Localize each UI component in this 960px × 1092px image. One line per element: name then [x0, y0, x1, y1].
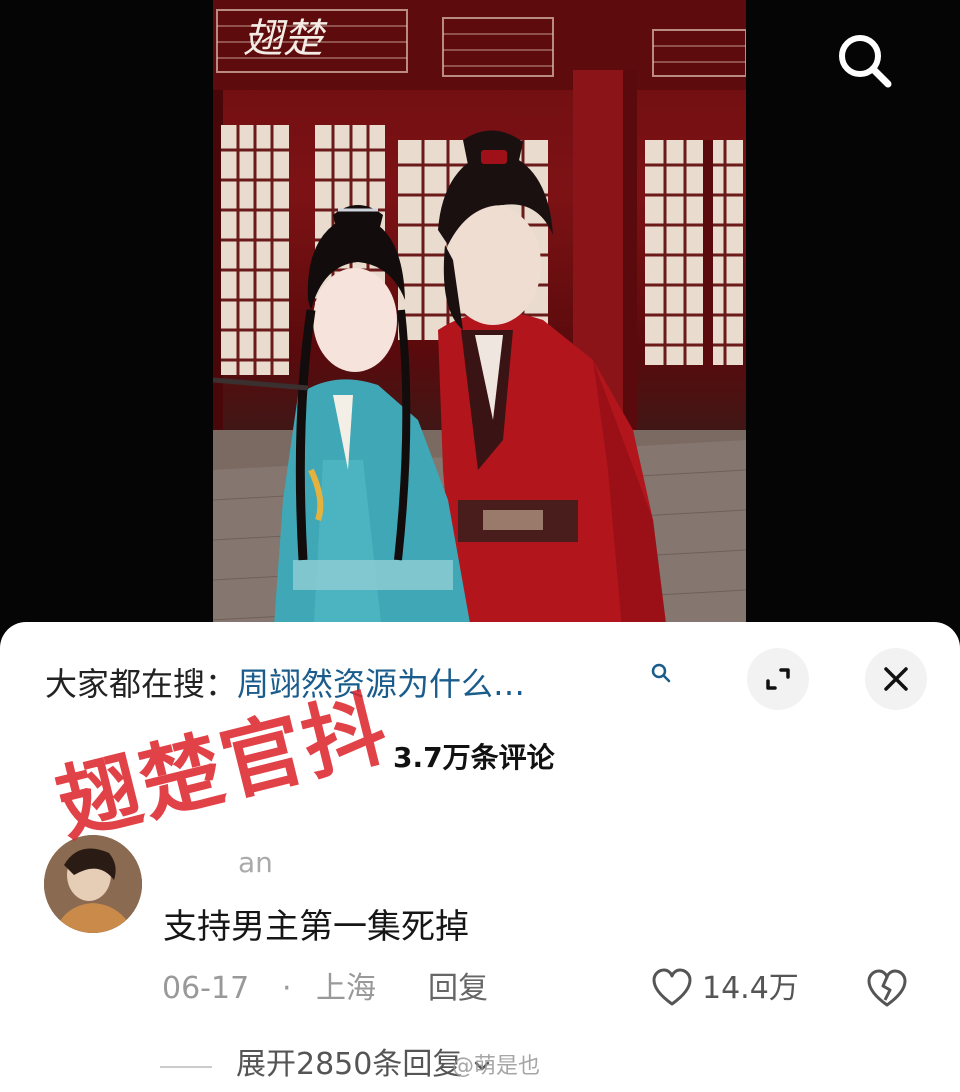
- watermark: @萌是也: [452, 1054, 541, 1079]
- close-icon: [884, 667, 908, 691]
- video-still-image: 翅楚: [213, 0, 746, 640]
- search-icon: [651, 663, 671, 683]
- close-button[interactable]: [865, 648, 927, 710]
- video-player[interactable]: 翅楚: [213, 0, 746, 640]
- search-button[interactable]: [832, 28, 896, 92]
- hot-search-prefix: 大家都在搜：: [45, 665, 238, 703]
- reply-button[interactable]: 回复: [428, 966, 488, 1012]
- meta-separator: ·: [282, 971, 292, 1006]
- search-icon: [839, 35, 892, 88]
- show-title-logo: 翅楚: [243, 16, 328, 62]
- expand-icon: [766, 668, 790, 690]
- comment-date: 06-17: [162, 971, 250, 1006]
- expand-replies-label: 展开2850条回复: [236, 1047, 463, 1082]
- expand-button[interactable]: [747, 648, 809, 710]
- heart-icon: [652, 968, 692, 1006]
- comment-text: 支持男主第一集死掉: [163, 907, 469, 947]
- comment-location: 上海: [316, 971, 376, 1006]
- divider: [160, 1066, 212, 1068]
- dislike-button[interactable]: [864, 966, 910, 1010]
- hot-search-bar[interactable]: 大家都在搜：周翊然资源为什么…: [45, 662, 671, 706]
- like-count: 14.4万: [702, 971, 799, 1006]
- broken-heart-icon: [867, 969, 907, 1007]
- app-root: 翅楚 大家都在搜：周翊然资源为什么… 3.7万条评论 an 支持男主第一集死掉 …: [0, 0, 960, 1092]
